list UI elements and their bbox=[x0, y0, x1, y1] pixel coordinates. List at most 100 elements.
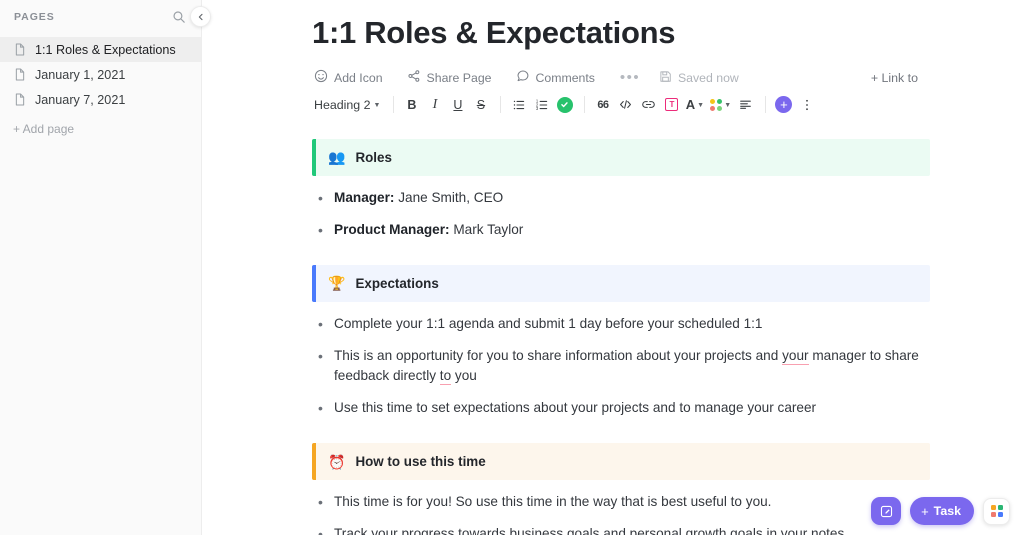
bullet-list-roles: • Manager: Jane Smith, CEO • Product Man… bbox=[202, 176, 1024, 241]
app-grid-icon[interactable] bbox=[983, 497, 1010, 525]
callout-heading: Expectations bbox=[355, 275, 439, 291]
sidebar-collapse-icon[interactable] bbox=[190, 6, 211, 27]
list-item-text: Complete your 1:1 agenda and submit 1 da… bbox=[334, 315, 763, 331]
blockquote-icon[interactable]: 66 bbox=[592, 94, 613, 115]
more-icon[interactable] bbox=[796, 94, 817, 115]
sidebar-item-label: 1:1 Roles & Expectations bbox=[35, 42, 176, 57]
comments-button[interactable]: Comments bbox=[514, 65, 605, 90]
sidebar-item-label: January 1, 2021 bbox=[35, 67, 126, 82]
sidebar: PAGES 1:1 Roles & Expectations January 1… bbox=[0, 0, 211, 535]
highlight-icon[interactable]: ▼ bbox=[707, 94, 733, 115]
comments-label: Comments bbox=[535, 70, 595, 85]
share-page-label: Share Page bbox=[426, 70, 492, 85]
sidebar-page-list: 1:1 Roles & Expectations January 1, 2021… bbox=[0, 37, 201, 112]
callout-heading: How to use this time bbox=[355, 454, 486, 470]
highlight-palette bbox=[709, 99, 724, 111]
callout-heading: Roles bbox=[355, 149, 392, 165]
list-item-text: This is an opportunity for you to share … bbox=[334, 346, 928, 387]
page-title[interactable]: 1:1 Roles & Expectations bbox=[202, 14, 1024, 53]
alarm-clock-emoji: ⏰ bbox=[328, 453, 346, 470]
floating-action-buttons: + Task bbox=[871, 497, 1010, 525]
document-icon bbox=[14, 43, 27, 56]
underline-button[interactable]: U bbox=[447, 94, 468, 115]
sidebar-item-roles-expectations[interactable]: 1:1 Roles & Expectations bbox=[0, 37, 201, 62]
text-color-icon[interactable]: T bbox=[661, 94, 682, 115]
italic-button[interactable]: I bbox=[424, 94, 445, 115]
sidebar-title: PAGES bbox=[14, 11, 55, 23]
section-roles: 👥 Roles • Manager: Jane Smith, CEO • Pro… bbox=[202, 138, 1024, 241]
text-color-swatch: T bbox=[665, 98, 679, 112]
add-task-button[interactable]: + Task bbox=[910, 497, 974, 525]
bullet-dot: • bbox=[318, 221, 323, 238]
font-icon[interactable]: A ▼ bbox=[684, 94, 705, 115]
bullet-dot: • bbox=[318, 347, 323, 364]
green-check-badge bbox=[556, 96, 573, 113]
add-icon-button[interactable]: Add Icon bbox=[312, 65, 393, 90]
list-item[interactable]: • Track your progress towards business g… bbox=[202, 524, 1024, 535]
list-item-text: Use this time to set expectations about … bbox=[334, 400, 817, 416]
list-item-bold: Manager: bbox=[334, 189, 395, 205]
list-item[interactable]: • Manager: Jane Smith, CEO bbox=[202, 188, 1024, 209]
sidebar-item-label: January 7, 2021 bbox=[35, 92, 126, 107]
toolbar-divider bbox=[500, 96, 502, 114]
font-letter: A bbox=[685, 97, 696, 113]
list-item-part-3: you bbox=[451, 368, 477, 384]
document-action-row: Add Icon Share Page Comments ••• Saved n… bbox=[202, 53, 1024, 87]
list-item-text: This time is for you! So use this time i… bbox=[334, 494, 772, 510]
save-disk-icon bbox=[659, 70, 672, 86]
link-to-button[interactable]: + Link to bbox=[871, 71, 918, 85]
callout-roles[interactable]: 👥 Roles bbox=[312, 138, 930, 176]
list-item[interactable]: • This is an opportunity for you to shar… bbox=[202, 346, 1024, 387]
app-grid-dots bbox=[990, 505, 1003, 517]
search-icon[interactable] bbox=[169, 7, 189, 27]
section-expectations: 🏆 Expectations • Complete your 1:1 agend… bbox=[202, 264, 1024, 419]
document-wrapper: 1:1 Roles & Expectations Add Icon Share … bbox=[202, 0, 1024, 535]
bulleted-list-icon[interactable] bbox=[508, 94, 529, 115]
numbered-list-icon[interactable]: 1 2 3 bbox=[531, 94, 552, 115]
grammar-suggestion-your[interactable]: your bbox=[782, 347, 809, 365]
strikethrough-button[interactable]: S bbox=[470, 94, 491, 115]
sidebar-item-january-1-2021[interactable]: January 1, 2021 bbox=[0, 62, 201, 87]
toolbar-divider bbox=[584, 96, 586, 114]
list-item-text: Manager: Jane Smith, CEO bbox=[334, 188, 928, 209]
sidebar-item-january-7-2021[interactable]: January 7, 2021 bbox=[0, 87, 201, 112]
busts-in-silhouette-emoji: 👥 bbox=[328, 149, 346, 166]
add-icon-label: Add Icon bbox=[334, 70, 383, 85]
add-task-label: Task bbox=[933, 504, 961, 518]
list-item[interactable]: • Complete your 1:1 agenda and submit 1 … bbox=[202, 314, 1024, 335]
bold-button[interactable]: B bbox=[401, 94, 422, 115]
saved-label: Saved now bbox=[677, 70, 739, 85]
grammar-suggestion-to[interactable]: to bbox=[439, 368, 452, 386]
checklist-icon[interactable] bbox=[554, 94, 575, 115]
share-icon bbox=[407, 69, 421, 86]
code-icon[interactable] bbox=[615, 94, 636, 115]
chevron-down-icon: ▼ bbox=[373, 102, 381, 110]
comment-bubble-icon bbox=[516, 69, 530, 86]
trophy-emoji: 🏆 bbox=[328, 275, 346, 292]
edit-note-icon[interactable] bbox=[871, 497, 902, 525]
plus-icon: + bbox=[921, 503, 929, 519]
list-item-rest: Jane Smith, CEO bbox=[394, 189, 504, 205]
list-item[interactable]: • Use this time to set expectations abou… bbox=[202, 398, 1024, 419]
plus-badge: + bbox=[775, 96, 793, 114]
list-item-bold: Product Manager: bbox=[334, 221, 450, 237]
add-page-button[interactable]: + Add page bbox=[0, 112, 201, 136]
document-body: 👥 Roles • Manager: Jane Smith, CEO • Pro… bbox=[202, 117, 1024, 535]
formatting-toolbar: Heading 2 ▼ B I U S 1 2 3 66 T A ▼ ▼ + bbox=[202, 87, 1024, 117]
share-page-button[interactable]: Share Page bbox=[405, 65, 502, 90]
list-item-text: Product Manager: Mark Taylor bbox=[334, 220, 928, 241]
callout-expectations[interactable]: 🏆 Expectations bbox=[312, 264, 930, 302]
link-icon[interactable] bbox=[638, 94, 659, 115]
chevron-down-icon: ▼ bbox=[697, 102, 705, 110]
toolbar-divider bbox=[765, 96, 767, 114]
align-icon[interactable] bbox=[735, 94, 756, 115]
svg-text:3: 3 bbox=[536, 106, 539, 111]
list-item[interactable]: • Product Manager: Mark Taylor bbox=[202, 220, 1024, 241]
more-options-icon[interactable]: ••• bbox=[617, 68, 643, 88]
app-root: PAGES 1:1 Roles & Expectations January 1… bbox=[0, 0, 1024, 535]
insert-icon[interactable]: + bbox=[773, 94, 794, 115]
heading-style-dropdown[interactable]: Heading 2 ▼ bbox=[312, 96, 386, 114]
saved-status: Saved now bbox=[659, 70, 739, 86]
callout-how-to-use-this-time[interactable]: ⏰ How to use this time bbox=[312, 443, 930, 481]
bullet-dot: • bbox=[318, 400, 323, 417]
